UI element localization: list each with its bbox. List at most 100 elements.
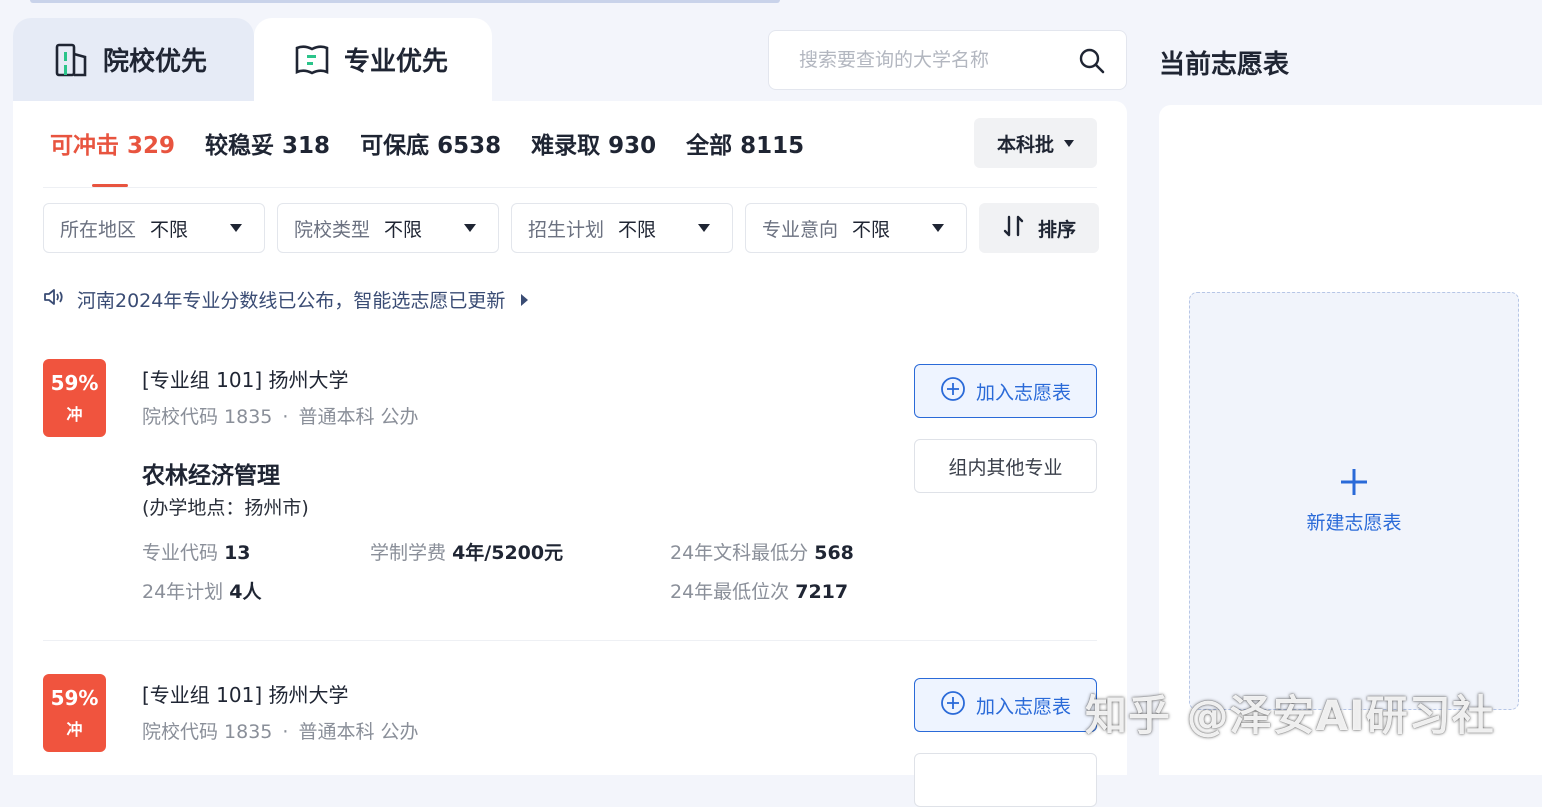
cat-safe[interactable]: 可保底 6538: [360, 126, 501, 166]
current-list-panel: 新建志愿表: [1159, 105, 1542, 775]
arrow-right-icon: [521, 293, 529, 306]
filter-enroll-plan[interactable]: 招生计划 不限: [511, 203, 733, 253]
caret-down-icon: [698, 224, 710, 232]
plus-icon: [1339, 467, 1369, 502]
major-name[interactable]: 农林经济管理: [142, 456, 280, 490]
probability-value: 59%: [50, 686, 99, 710]
watermark: 知乎 @泽安AI研习社: [1085, 691, 1495, 740]
sort-icon: [1002, 214, 1026, 243]
cat-count: 930: [608, 133, 657, 159]
batch-select[interactable]: 本科批: [974, 118, 1097, 168]
group-title[interactable]: [专业组 101] 扬州大学: [142, 679, 349, 708]
cat-label: 可保底: [360, 133, 430, 159]
search-input[interactable]: [799, 49, 1069, 71]
other-majors-button[interactable]: [914, 753, 1097, 807]
caret-down-icon: [932, 224, 944, 232]
add-label: 加入志愿表: [975, 695, 1071, 718]
duration-fee: 学制学费 4年/5200元: [370, 538, 563, 565]
cat-label: 较稳妥: [205, 133, 275, 159]
new-list-label: 新建志愿表: [1306, 512, 1402, 534]
add-to-list-button[interactable]: 加入志愿表: [914, 678, 1097, 732]
plus-circle-icon: [940, 376, 966, 407]
school-code: 院校代码 1835: [142, 721, 273, 743]
kv-label: 专业代码: [142, 542, 219, 564]
cat-hard[interactable]: 难录取 930: [531, 126, 656, 166]
school-meta: 院校代码 1835 · 普通本科 公办: [142, 717, 419, 744]
separator-dot: ·: [282, 721, 289, 743]
campus-location: (办学地点：扬州市): [142, 497, 309, 519]
cat-count: 318: [282, 133, 331, 159]
divider: [43, 187, 1097, 188]
cat-label: 全部: [686, 133, 733, 159]
new-list-button[interactable]: 新建志愿表: [1189, 292, 1519, 710]
separator-dot: ·: [282, 406, 289, 428]
probability-badge: 59% 冲: [43, 674, 106, 752]
filter-value: 不限: [150, 218, 189, 241]
kv-value: 4年/5200元: [452, 542, 564, 564]
tab-major-first[interactable]: 专业优先: [254, 18, 492, 101]
min-rank: 24年最低位次 7217: [670, 577, 848, 604]
tab-label: 院校优先: [103, 47, 208, 77]
filter-label: 招生计划: [528, 218, 605, 241]
other-label: 组内其他专业: [948, 456, 1063, 479]
sort-button[interactable]: 排序: [979, 203, 1099, 253]
school-code: 院校代码 1835: [142, 406, 273, 428]
left-panel: 院校优先 专业优先 可冲击 329 较: [13, 18, 1127, 807]
level-label: 冲: [66, 405, 83, 424]
kv-label: 24年最低位次: [670, 581, 790, 603]
cat-label: 可冲击: [50, 133, 119, 159]
school-search: [768, 30, 1127, 90]
search-icon[interactable]: [1078, 47, 1106, 79]
tab-school-first[interactable]: 院校优先: [13, 18, 254, 101]
kv-value: 568: [814, 542, 854, 564]
probability-badge: 59% 冲: [43, 359, 106, 437]
notice-bar[interactable]: 河南2024年专业分数线已公布，智能选志愿已更新: [43, 286, 529, 313]
kv-label: 学制学费: [370, 542, 447, 564]
filter-region[interactable]: 所在地区 不限: [43, 203, 265, 253]
school-meta: 院校代码 1835 · 普通本科 公办: [142, 402, 419, 429]
result-card: 59% 冲 [专业组 101] 扬州大学 院校代码 1835 · 普通本科 公办 农…: [43, 356, 1097, 641]
caret-down-icon: [230, 224, 242, 232]
kv-value: 13: [224, 542, 251, 564]
school-type: 普通本科 公办: [298, 406, 419, 428]
result-card: 59% 冲 [专业组 101] 扬州大学 院校代码 1835 · 普通本科 公办 加…: [43, 671, 1097, 807]
add-label: 加入志愿表: [975, 381, 1071, 404]
cat-count: 8115: [740, 133, 805, 159]
category-tabs: 可冲击 329 较稳妥 318 可保底 6538 难录取 930 全部 8115: [50, 126, 804, 187]
kv-label: 24年文科最低分: [670, 542, 809, 564]
current-list-title: 当前志愿表: [1159, 50, 1290, 80]
cat-reach[interactable]: 可冲击 329: [50, 126, 176, 187]
level-label: 冲: [66, 720, 83, 739]
cat-count: 329: [127, 133, 176, 159]
kv-value: 4人: [229, 581, 262, 603]
school-building-icon: [53, 42, 89, 78]
add-to-list-button[interactable]: 加入志愿表: [914, 364, 1097, 418]
filter-school-type[interactable]: 院校类型 不限: [277, 203, 499, 253]
mode-tabs: 院校优先 专业优先: [13, 18, 1127, 101]
cat-stable[interactable]: 较稳妥 318: [205, 126, 330, 166]
book-icon: [294, 42, 330, 78]
filter-label: 专业意向: [762, 218, 839, 241]
filter-value: 不限: [384, 218, 423, 241]
filter-label: 院校类型: [294, 218, 371, 241]
batch-label: 本科批: [996, 133, 1054, 156]
top-strip: [30, 0, 780, 3]
speaker-icon: [43, 287, 65, 312]
plus-circle-icon: [940, 690, 966, 721]
cat-count: 6538: [437, 133, 502, 159]
caret-down-icon: [1064, 139, 1074, 147]
kv-value: 7217: [795, 581, 849, 603]
other-majors-button[interactable]: 组内其他专业: [914, 439, 1097, 493]
notice-text: 河南2024年专业分数线已公布，智能选志愿已更新: [77, 290, 506, 312]
min-score: 24年文科最低分 568: [670, 538, 854, 565]
enroll-plan: 24年计划 4人: [142, 577, 261, 604]
filter-label: 所在地区: [60, 218, 137, 241]
group-title[interactable]: [专业组 101] 扬州大学: [142, 364, 349, 393]
filter-value: 不限: [618, 218, 657, 241]
filter-major-intent[interactable]: 专业意向 不限: [745, 203, 967, 253]
kv-label: 24年计划: [142, 581, 224, 603]
sort-label: 排序: [1037, 218, 1076, 241]
cat-all[interactable]: 全部 8115: [686, 126, 804, 166]
caret-down-icon: [464, 224, 476, 232]
cat-label: 难录取: [531, 133, 601, 159]
